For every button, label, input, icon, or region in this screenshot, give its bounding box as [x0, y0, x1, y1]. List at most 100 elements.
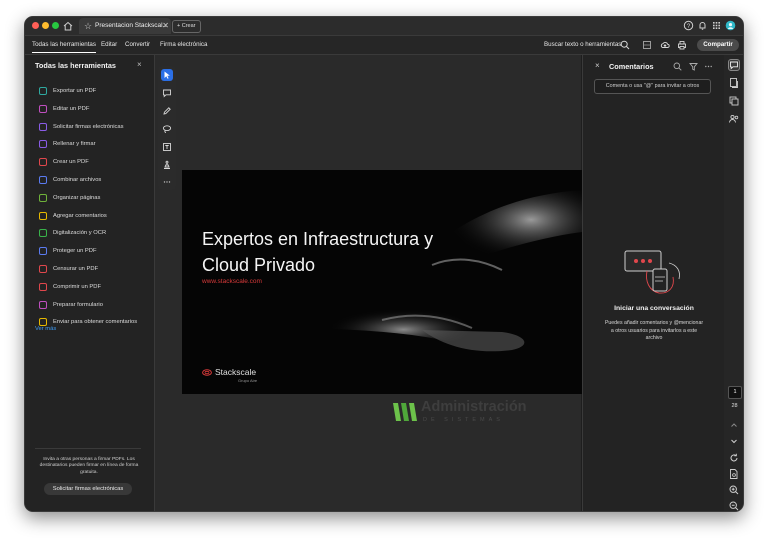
- slide-logo-subtitle: Grupo Aire: [238, 378, 258, 383]
- tool-item-label: Solicitar firmas electrónicas: [53, 123, 124, 130]
- zoom-window-button[interactable]: [52, 22, 59, 29]
- organize-pages-icon: [39, 193, 47, 202]
- edit-pdf-icon: [39, 104, 47, 113]
- apps-grid-icon[interactable]: [711, 20, 722, 31]
- protect-icon: [39, 247, 47, 256]
- tool-item-label: Crear un PDF: [53, 159, 89, 166]
- start-conversation-title: Iniciar una conversación: [614, 305, 694, 312]
- page-thumbnails-icon[interactable]: [728, 77, 740, 89]
- redact-icon: [39, 265, 47, 273]
- tool-item-label: Editar un PDF: [53, 105, 90, 112]
- compress-icon: [39, 282, 47, 291]
- watermark-title: Administración: [421, 399, 527, 415]
- search-tools-label[interactable]: Buscar texto o herramientas: [544, 36, 621, 54]
- slide-logo-text: Stackscale: [215, 367, 257, 377]
- menu-e-sign[interactable]: Firma electrónica: [160, 36, 207, 54]
- filter-icon[interactable]: [689, 62, 698, 71]
- home-icon[interactable]: [62, 20, 74, 32]
- star-icon[interactable]: ☆: [84, 18, 92, 34]
- print-icon[interactable]: [677, 40, 687, 50]
- close-comments-icon[interactable]: ×: [595, 61, 600, 70]
- document-tab-title: Presentacion Stackscal...: [95, 22, 168, 29]
- acrobat-window: ☆ Presentacion Stackscal... ✕ + Crear ? …: [24, 16, 744, 512]
- stamp-signature-icon[interactable]: [161, 159, 173, 171]
- lasso-icon[interactable]: [161, 123, 173, 135]
- menu-all-tools[interactable]: Todas las herramientas: [32, 36, 96, 54]
- divider: [35, 448, 141, 449]
- right-rail: 1 28: [724, 55, 743, 512]
- upload-cloud-icon[interactable]: [660, 40, 670, 50]
- search-comments-icon[interactable]: [673, 62, 682, 71]
- combine-icon: [39, 176, 47, 184]
- tools-panel-title: Todas las herramientas: [35, 61, 116, 70]
- comments-rail-icon[interactable]: [728, 59, 740, 71]
- menu-edit[interactable]: Editar: [101, 36, 117, 54]
- tool-item-label: Comprimir un PDF: [53, 283, 101, 290]
- zoom-out-icon[interactable]: [728, 500, 740, 512]
- more-options-icon[interactable]: [704, 62, 713, 71]
- comments-title: Comentarios: [609, 62, 654, 71]
- slide-page: Expertos en Infraestructura y Cloud Priv…: [182, 170, 582, 394]
- tool-item-label: Proteger un PDF: [53, 248, 97, 255]
- scan-ocr-icon: [39, 229, 47, 238]
- slide-title: Expertos en Infraestructura y Cloud Priv…: [202, 229, 434, 275]
- tool-item-label: Combinar archivos: [53, 177, 102, 183]
- chevron-up-icon[interactable]: [728, 419, 740, 431]
- page-layout-icon[interactable]: [642, 40, 652, 50]
- watermark-subtitle: DE SISTEMAS: [423, 417, 504, 423]
- tool-item-label: Censurar un PDF: [53, 266, 99, 272]
- menu-bar: Todas las herramientas Editar Convertir …: [25, 36, 743, 55]
- title-bar: ☆ Presentacion Stackscal... ✕ + Crear ?: [25, 17, 743, 36]
- conversation-illustration-icon: [624, 250, 680, 294]
- current-page-field[interactable]: 1: [728, 386, 742, 399]
- form-icon: [39, 300, 47, 309]
- request-signatures-button[interactable]: Solicitar firmas electrónicas: [44, 483, 132, 495]
- total-pages: 28: [731, 403, 738, 409]
- menu-convert[interactable]: Convertir: [125, 36, 150, 54]
- tool-item-label: Preparar formulario: [53, 301, 103, 308]
- bell-icon[interactable]: [697, 20, 708, 31]
- tool-item-label: Rellenar y firmar: [53, 141, 96, 148]
- help-icon[interactable]: ?: [683, 20, 694, 31]
- tool-item-label: Exportar un PDF: [53, 88, 97, 94]
- quick-tools-toolbar: [158, 66, 176, 190]
- comment-input[interactable]: Comenta o usa "@" para invitar a otros: [594, 79, 711, 94]
- close-tab-icon[interactable]: ✕: [162, 18, 169, 34]
- request-signature-icon: [39, 122, 47, 131]
- close-window-button[interactable]: [32, 22, 39, 29]
- page-search-icon[interactable]: [728, 468, 740, 480]
- tool-item-label: Organizar páginas: [53, 194, 101, 201]
- tool-item-label: Enviar para obtener comentarios: [53, 319, 138, 326]
- search-icon[interactable]: [620, 40, 630, 50]
- comment-icon: [39, 211, 47, 220]
- comments-panel: × Comentarios Comenta o usa "@" para inv…: [582, 55, 725, 511]
- more-tools-icon[interactable]: [161, 176, 173, 188]
- export-pdf-icon: [39, 87, 47, 95]
- close-tools-panel-icon[interactable]: ×: [137, 60, 142, 69]
- slide-url: www.stackscale.com: [202, 278, 262, 285]
- chevron-down-icon[interactable]: [728, 435, 740, 447]
- text-box-icon[interactable]: [161, 141, 173, 153]
- start-conversation-text: Puedes añadir comentarios y @mencionar a…: [604, 320, 704, 341]
- stackscale-logo-icon: [202, 369, 212, 376]
- fill-sign-icon: [39, 140, 47, 149]
- new-tab-button[interactable]: + Crear: [172, 20, 201, 33]
- copy-pages-icon[interactable]: [728, 95, 740, 107]
- share-button[interactable]: Compartir: [697, 39, 739, 51]
- avatar[interactable]: [725, 20, 736, 31]
- tool-item-label: Agregar comentarios: [53, 212, 107, 219]
- create-pdf-icon: [39, 158, 47, 167]
- minimize-window-button[interactable]: [42, 22, 49, 29]
- select-tool-icon[interactable]: [161, 69, 173, 81]
- invite-note: Invita a otras personas a firmar PDFs. L…: [39, 457, 139, 475]
- share-people-icon[interactable]: [728, 113, 740, 125]
- tool-item-label: Digitalización y OCR: [53, 230, 107, 237]
- all-tools-panel: Todas las herramientas × Exportar un PDF…: [25, 55, 155, 511]
- document-tab[interactable]: ☆ Presentacion Stackscal... ✕: [79, 18, 171, 34]
- comment-tool-icon[interactable]: [161, 87, 173, 99]
- zoom-in-icon[interactable]: [728, 484, 740, 496]
- watermark-logo-icon: [393, 403, 417, 421]
- refresh-icon[interactable]: [728, 452, 740, 464]
- draw-pen-icon[interactable]: [161, 105, 173, 117]
- see-more-link[interactable]: Ver más: [35, 326, 56, 332]
